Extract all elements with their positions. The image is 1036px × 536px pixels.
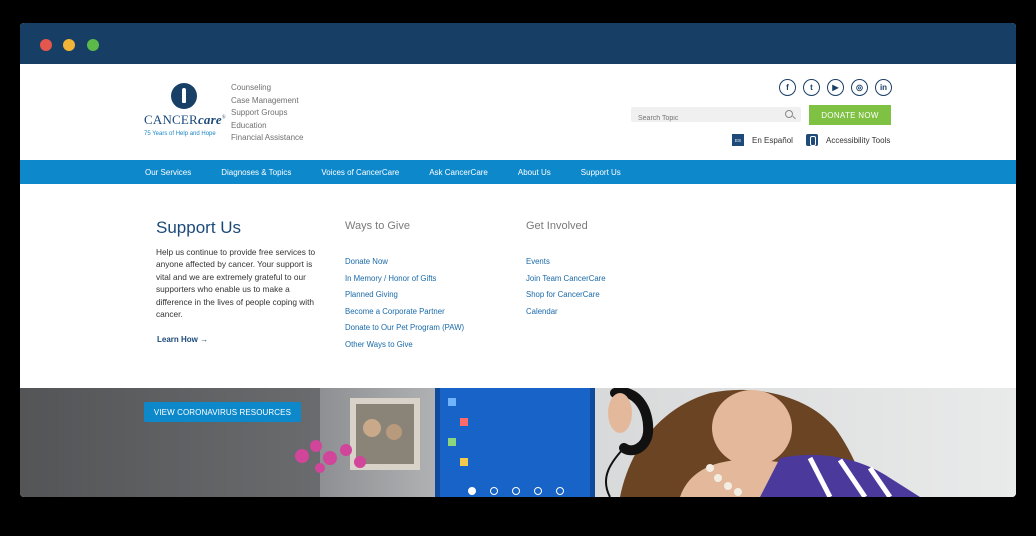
main-nav: Our Services Diagnoses & Topics Voices of … — [20, 160, 1016, 184]
utility-nav-link[interactable]: Case Management — [231, 95, 303, 108]
language-label: En Español — [752, 135, 793, 145]
twitter-icon[interactable]: t — [803, 79, 820, 96]
support-title: Support Us — [156, 218, 242, 237]
get-involved-link[interactable]: Shop for CancerCare — [526, 287, 606, 304]
ways-to-give-link[interactable]: Become a Corporate Partner — [345, 304, 464, 321]
support-description: Help us continue to provide free service… — [156, 247, 316, 320]
get-involved-links: Events Join Team CancerCare Shop for Cance… — [526, 254, 606, 320]
utility-nav-link[interactable]: Support Groups — [231, 107, 303, 120]
site-header: CANCERcare® 75 Years of Help and Hope Co… — [20, 64, 1016, 160]
main-nav-item[interactable]: Diagnoses & Topics — [221, 168, 291, 177]
search-box[interactable] — [631, 107, 801, 126]
accessibility-label: Accessibility Tools — [826, 135, 891, 145]
hero-carousel: VIEW CORONAVIRUS RESOURCES — [20, 388, 1016, 497]
cancercare-logo[interactable]: CANCERcare® 75 Years of Help and Hope — [144, 83, 226, 137]
get-involved-link[interactable]: Events — [526, 254, 606, 271]
maximize-window-button[interactable] — [87, 39, 99, 51]
get-involved-link[interactable]: Join Team CancerCare — [526, 271, 606, 288]
carousel-dot[interactable] — [534, 487, 542, 495]
accessibility-icon — [806, 134, 818, 146]
support-mega-menu: Support Us Help us continue to provide f… — [20, 184, 1016, 388]
ways-to-give-links: Donate Now In Memory / Honor of Gifts Plan… — [345, 254, 464, 354]
social-links: f t ▶ ◎ in — [779, 79, 892, 96]
carousel-dots — [468, 487, 564, 495]
utility-nav-link[interactable]: Financial Assistance — [231, 132, 303, 145]
logo-name: CANCERcare® — [144, 112, 226, 127]
main-nav-item[interactable]: Support Us — [581, 168, 621, 177]
ways-to-give-link[interactable]: Donate Now — [345, 254, 464, 271]
linkedin-icon[interactable]: in — [875, 79, 892, 96]
carousel-dot[interactable] — [490, 487, 498, 495]
carousel-dot[interactable] — [468, 487, 476, 495]
language-icon: ES — [732, 134, 744, 146]
main-nav-item[interactable]: About Us — [518, 168, 551, 177]
utility-nav: Counseling Case Management Support Groups E… — [231, 82, 303, 145]
facebook-icon[interactable]: f — [779, 79, 796, 96]
instagram-icon[interactable]: ◎ — [851, 79, 868, 96]
carousel-dot[interactable] — [512, 487, 520, 495]
search-input[interactable] — [631, 111, 771, 126]
utility-nav-link[interactable]: Counseling — [231, 82, 303, 95]
utility-nav-link[interactable]: Education — [231, 120, 303, 133]
minimize-window-button[interactable] — [63, 39, 75, 51]
learn-how-link[interactable]: Learn How → — [157, 335, 208, 344]
ways-to-give-link[interactable]: Other Ways to Give — [345, 337, 464, 354]
youtube-icon[interactable]: ▶ — [827, 79, 844, 96]
main-nav-item[interactable]: Our Services — [145, 168, 191, 177]
coronavirus-resources-button[interactable]: VIEW CORONAVIRUS RESOURCES — [144, 402, 301, 422]
search-icon[interactable] — [785, 110, 793, 118]
main-nav-item[interactable]: Ask CancerCare — [429, 168, 488, 177]
ways-to-give-link[interactable]: Planned Giving — [345, 287, 464, 304]
browser-window: CANCERcare® 75 Years of Help and Hope Co… — [20, 23, 1016, 497]
logo-tagline: 75 Years of Help and Hope — [144, 131, 216, 137]
main-nav-item[interactable]: Voices of CancerCare — [321, 168, 399, 177]
close-window-button[interactable] — [40, 39, 52, 51]
title-bar — [20, 23, 1016, 64]
accessibility-tools[interactable]: Accessibility Tools — [806, 134, 890, 146]
ways-to-give-link[interactable]: In Memory / Honor of Gifts — [345, 271, 464, 288]
ways-to-give-link[interactable]: Donate to Our Pet Program (PAW) — [345, 320, 464, 337]
donate-now-button[interactable]: DONATE NOW — [809, 105, 891, 125]
carousel-dot[interactable] — [556, 487, 564, 495]
get-involved-heading: Get Involved — [526, 220, 588, 232]
language-toggle[interactable]: ES En Español — [732, 134, 793, 146]
get-involved-link[interactable]: Calendar — [526, 304, 606, 321]
candle-logo-icon — [171, 83, 197, 109]
ways-to-give-heading: Ways to Give — [345, 220, 410, 232]
